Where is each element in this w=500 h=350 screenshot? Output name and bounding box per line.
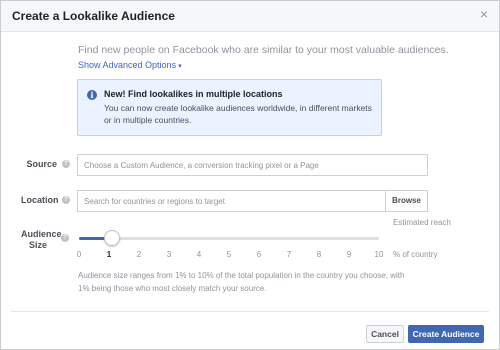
tick-label: 7 xyxy=(286,250,292,259)
tick-label: 0 xyxy=(76,250,82,259)
percent-of-country-label: % of country xyxy=(393,250,438,259)
dialog-header: Create a Lookalike Audience × xyxy=(1,1,499,32)
info-body: You can now create lookalike audiences w… xyxy=(104,103,372,125)
info-box: i New! Find lookalikes in multiple locat… xyxy=(77,79,382,136)
create-audience-button[interactable]: Create Audience xyxy=(408,325,484,343)
tick-label: 2 xyxy=(136,250,142,259)
source-label: Source xyxy=(26,159,57,169)
audience-size-slider-handle[interactable] xyxy=(104,230,120,246)
cancel-button[interactable]: Cancel xyxy=(366,325,404,343)
tick-label: 10 xyxy=(374,250,384,259)
browse-button[interactable]: Browse xyxy=(385,191,427,211)
advanced-options-label: Show Advanced Options xyxy=(78,60,177,70)
location-label: Location xyxy=(21,195,59,205)
show-advanced-options-link[interactable]: Show Advanced Options ▾ xyxy=(78,60,182,70)
tick-label: 3 xyxy=(166,250,172,259)
info-icon: i xyxy=(87,90,97,100)
chevron-down-icon: ▾ xyxy=(178,63,182,70)
dialog-title: Create a Lookalike Audience xyxy=(12,9,175,23)
intro-text: Find new people on Facebook who are simi… xyxy=(78,44,449,56)
help-icon[interactable]: ? xyxy=(61,234,69,242)
close-icon[interactable]: × xyxy=(480,7,488,21)
tick-label: 1 xyxy=(106,250,112,259)
tick-label: 8 xyxy=(316,250,322,259)
source-input[interactable]: Choose a Custom Audience, a conversion t… xyxy=(77,154,428,176)
lookalike-dialog: Create a Lookalike Audience × Find new p… xyxy=(0,0,500,350)
tick-label: 4 xyxy=(196,250,202,259)
location-placeholder: Search for countries or regions to targe… xyxy=(84,197,225,206)
audience-size-label-line1: Audience xyxy=(21,229,62,239)
location-input[interactable]: Search for countries or regions to targe… xyxy=(77,190,428,212)
footer-divider xyxy=(11,311,489,312)
audience-size-note: Audience size ranges from 1% to 10% of t… xyxy=(78,271,405,293)
tick-label: 9 xyxy=(346,250,352,259)
info-title: New! Find lookalikes in multiple locatio… xyxy=(104,89,283,99)
tick-label: 5 xyxy=(226,250,232,259)
tick-label: 6 xyxy=(256,250,262,259)
estimated-reach-label: Estimated reach xyxy=(393,218,451,227)
audience-size-slider-track[interactable] xyxy=(79,237,379,240)
help-icon[interactable]: ? xyxy=(62,196,70,204)
audience-size-label: Audience Size xyxy=(21,229,62,251)
help-icon[interactable]: ? xyxy=(62,160,70,168)
